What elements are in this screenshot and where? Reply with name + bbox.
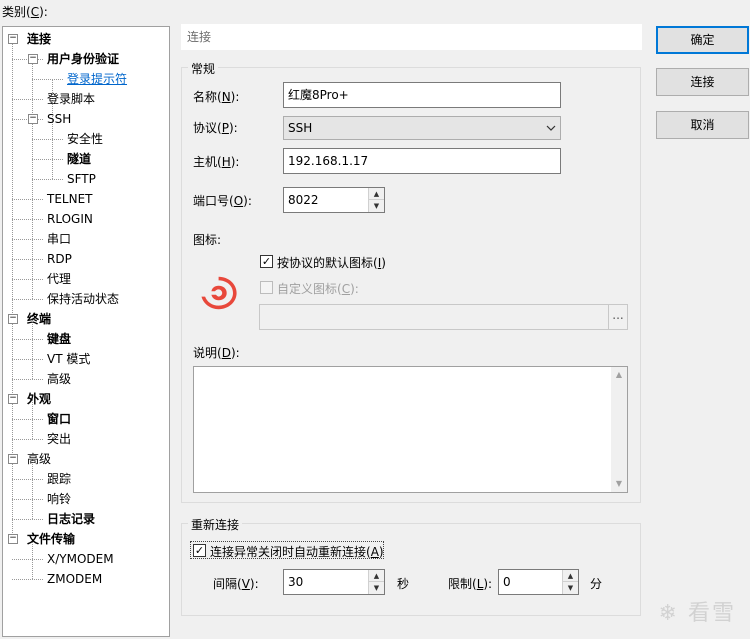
tree-item[interactable]: RLOGIN: [47, 211, 93, 227]
ssh-protocol-icon: [197, 275, 239, 314]
tree-item[interactable]: 用户身份验证: [47, 51, 119, 67]
default-icon-label: 按协议的默认图标(I): [277, 256, 386, 270]
name-input[interactable]: 红魔8Pro+: [283, 82, 561, 108]
description-scrollbar[interactable]: ▲ ▼: [611, 367, 627, 492]
tree-item[interactable]: 登录提示符: [67, 71, 127, 87]
limit-spinner[interactable]: 0 ▲ ▼: [498, 569, 579, 595]
protocol-select-value: SSH: [288, 121, 313, 135]
category-label: 类别(C):: [2, 5, 48, 19]
tree-item[interactable]: 串口: [47, 231, 71, 247]
limit-label: 限制(L):: [448, 577, 493, 591]
tree-item[interactable]: 高级: [47, 371, 71, 387]
interval-up-button[interactable]: ▲: [369, 570, 384, 582]
tree-collapse-icon[interactable]: −: [8, 454, 18, 464]
tree-collapse-icon[interactable]: −: [28, 114, 38, 124]
tree-item[interactable]: 文件传输: [27, 531, 75, 547]
connect-button[interactable]: 连接: [656, 68, 749, 96]
tree-collapse-icon[interactable]: −: [8, 394, 18, 404]
limit-unit: 分: [590, 577, 603, 591]
default-icon-checkbox[interactable]: ✓: [260, 255, 273, 268]
tree-item[interactable]: 登录脚本: [47, 91, 95, 107]
limit-value: 0: [503, 575, 511, 589]
tree-collapse-icon[interactable]: −: [28, 54, 38, 64]
browse-button[interactable]: ...: [608, 305, 627, 329]
protocol-label: 协议(P):: [193, 121, 238, 135]
watermark: ❄ 看雪: [659, 595, 736, 627]
tree-collapse-icon[interactable]: −: [8, 314, 18, 324]
interval-label: 间隔(V):: [213, 577, 259, 591]
tree-item[interactable]: 高级: [27, 451, 51, 467]
scroll-down-icon[interactable]: ▼: [611, 476, 627, 492]
host-label: 主机(H):: [193, 155, 240, 169]
tree-item[interactable]: SFTP: [67, 171, 96, 187]
tree-item[interactable]: 代理: [47, 271, 71, 287]
interval-spinner[interactable]: 30 ▲ ▼: [283, 569, 385, 595]
interval-unit: 秒: [397, 577, 410, 591]
limit-up-button[interactable]: ▲: [563, 570, 578, 582]
watermark-text: 看雪: [687, 601, 736, 626]
auto-reconnect-checkbox[interactable]: ✓: [193, 544, 206, 557]
port-down-button[interactable]: ▼: [369, 200, 384, 212]
panel-title: 连接: [181, 24, 642, 50]
protocol-select[interactable]: SSH: [283, 116, 561, 140]
tree-collapse-icon[interactable]: −: [8, 534, 18, 544]
tree-item[interactable]: 外观: [27, 391, 51, 407]
port-spinner[interactable]: 8022 ▲ ▼: [283, 187, 385, 213]
tree-item[interactable]: 窗口: [47, 411, 71, 427]
tree-item[interactable]: 终端: [27, 311, 51, 327]
tree-item[interactable]: 突出: [47, 431, 71, 447]
tree-item[interactable]: 保持活动状态: [47, 291, 119, 307]
tree-item[interactable]: ZMODEM: [47, 571, 102, 587]
description-label: 说明(D):: [193, 346, 240, 360]
tree-item[interactable]: 键盘: [47, 331, 71, 347]
tree-item[interactable]: VT 模式: [47, 351, 90, 367]
custom-icon-path-input[interactable]: ...: [259, 304, 628, 330]
general-group-title: 常规: [188, 60, 219, 77]
limit-down-button[interactable]: ▼: [563, 582, 578, 594]
custom-icon-checkbox[interactable]: [260, 281, 273, 294]
tree-item[interactable]: 响铃: [47, 491, 71, 507]
custom-icon-label: 自定义图标(C):: [277, 282, 359, 296]
ok-button[interactable]: 确定: [656, 26, 749, 54]
interval-down-button[interactable]: ▼: [369, 582, 384, 594]
snowflake-icon: ❄: [658, 601, 679, 626]
tree-item[interactable]: 连接: [27, 31, 51, 47]
icon-label: 图标:: [193, 233, 222, 247]
tree-item[interactable]: X/YMODEM: [47, 551, 114, 567]
interval-value: 30: [288, 575, 304, 589]
reconnect-group-title: 重新连接: [188, 516, 243, 533]
tree-item[interactable]: 隧道: [67, 151, 91, 167]
tree-item[interactable]: 跟踪: [47, 471, 71, 487]
category-tree[interactable]: − 连接 − 用户身份验证 登录提示符 登录脚本 − SSH 安全性 隧道 SFTP TELNET RL…: [2, 26, 170, 637]
description-textarea[interactable]: ▲ ▼: [193, 366, 628, 493]
cancel-button[interactable]: 取消: [656, 111, 749, 139]
chevron-down-icon: [546, 117, 556, 146]
port-up-button[interactable]: ▲: [369, 188, 384, 200]
auto-reconnect-label: 连接异常关闭时自动重新连接(A): [210, 545, 384, 559]
port-label: 端口号(O):: [193, 194, 252, 208]
port-value: 8022: [288, 193, 319, 207]
tree-item[interactable]: RDP: [47, 251, 72, 267]
name-label: 名称(N):: [193, 90, 240, 104]
host-input[interactable]: 192.168.1.17: [283, 148, 561, 174]
tree-item[interactable]: TELNET: [47, 191, 93, 207]
tree-item[interactable]: SSH: [47, 111, 71, 127]
tree-collapse-icon[interactable]: −: [8, 34, 18, 44]
tree-item[interactable]: 日志记录: [47, 511, 95, 527]
scroll-up-icon[interactable]: ▲: [611, 367, 627, 383]
tree-item[interactable]: 安全性: [67, 131, 103, 147]
